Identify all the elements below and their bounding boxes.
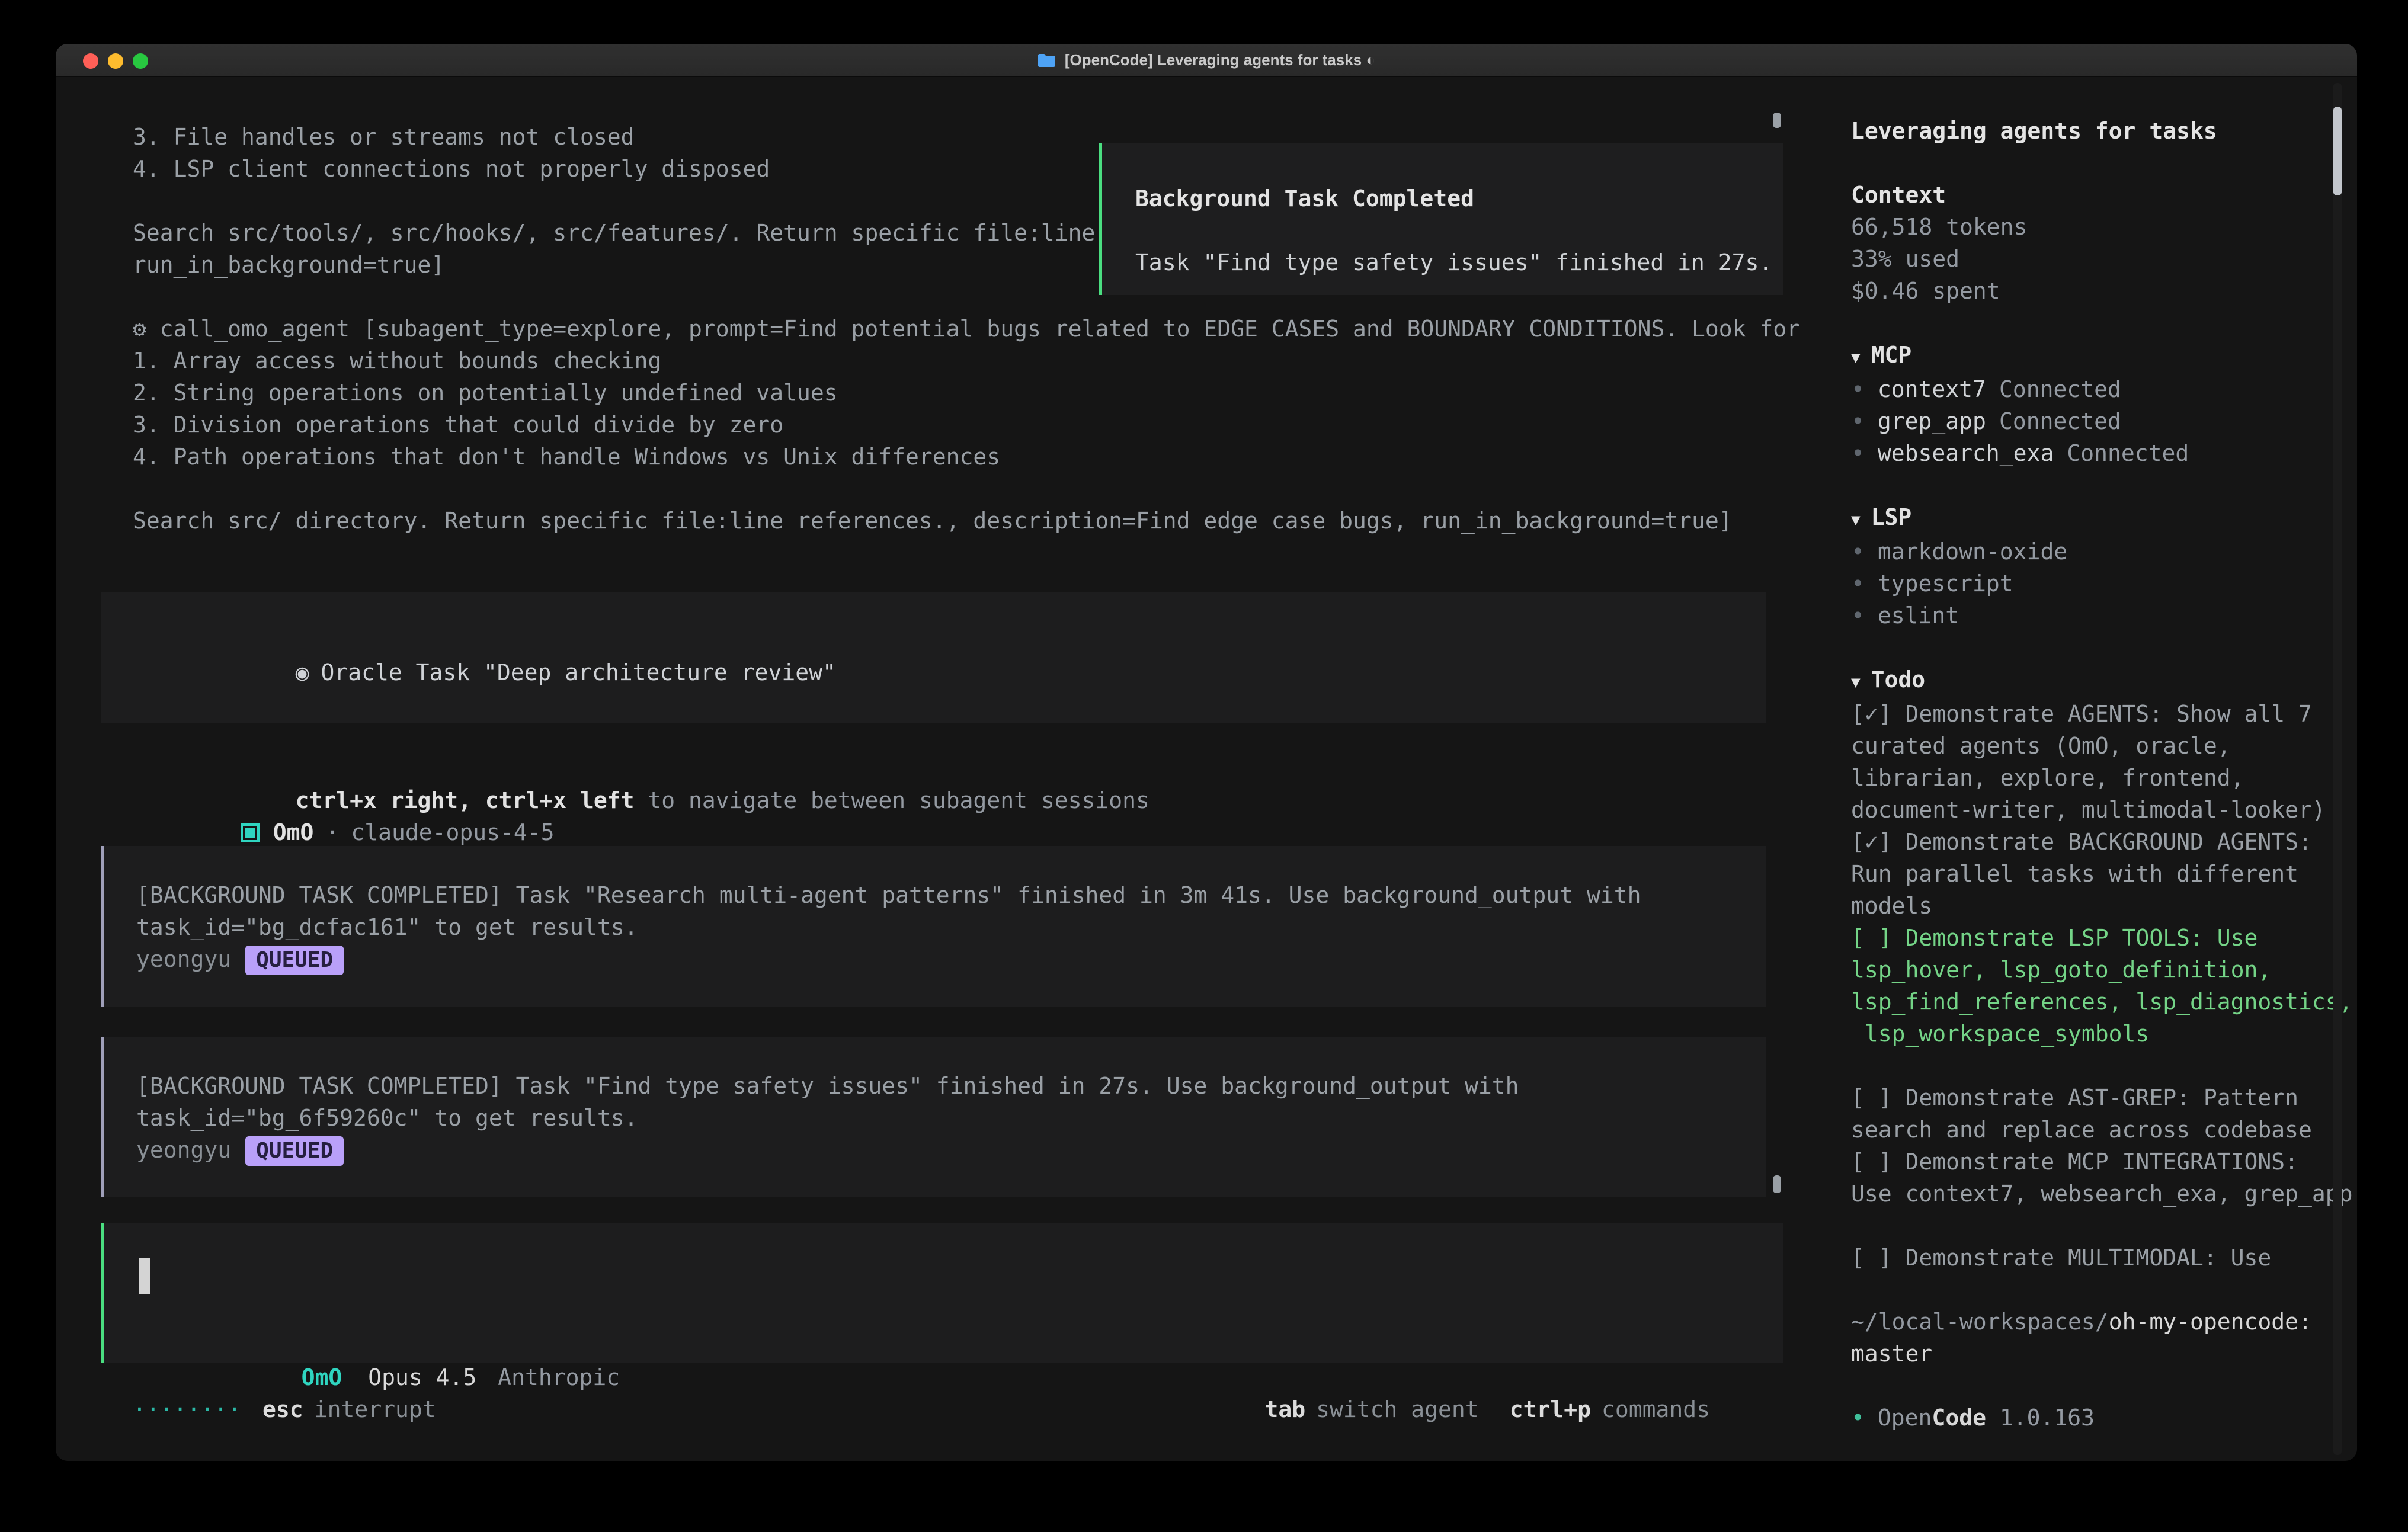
ctrlp-key-label: commands — [1602, 1397, 1710, 1423]
bullet-icon: • — [1851, 409, 1865, 435]
lsp-heading: LSP — [1871, 505, 1912, 531]
version-number: 1.0.163 — [2000, 1405, 2095, 1431]
sidebar-scrollbar-thumb[interactable] — [2333, 107, 2342, 195]
mcp-name: grep_app — [1878, 409, 1986, 435]
todo-section-header[interactable]: ▼ Todo — [1851, 665, 2333, 699]
todo-item: [✓] Demonstrate BACKGROUND AGENTS: Run p… — [1851, 827, 2333, 923]
lsp-item: • typescript — [1851, 569, 2333, 601]
minimize-window-button[interactable] — [108, 53, 123, 69]
mcp-name: websearch_exa — [1878, 441, 2054, 467]
lsp-section-header[interactable]: ▼ LSP — [1851, 502, 2333, 537]
status-badge: QUEUED — [245, 946, 344, 975]
background-task-message: [BACKGROUND TASK COMPLETED] Task "Resear… — [101, 846, 1766, 1007]
tab-key-label: switch agent — [1316, 1397, 1479, 1423]
busy-spinner-dots: ········ — [133, 1395, 241, 1427]
context-heading: Context — [1851, 180, 2333, 212]
agent-separator: · — [325, 820, 339, 846]
background-task-message: [BACKGROUND TASK COMPLETED] Task "Find t… — [101, 1037, 1766, 1197]
version-number — [1986, 1405, 2000, 1431]
workspace-repo: oh-my-opencode: — [2109, 1309, 2312, 1335]
oracle-task-card[interactable]: ◉Oracle Task "Deep architecture review" … — [101, 592, 1766, 723]
input-agent: OmO — [302, 1365, 342, 1391]
mcp-heading: MCP — [1871, 342, 1912, 368]
message-text: [BACKGROUND TASK COMPLETED] Task "Resear… — [136, 880, 1766, 944]
lsp-name: markdown-oxide — [1878, 539, 2067, 565]
bullet-icon: • — [1851, 1405, 1865, 1431]
status-bar: ········ esc interrupt tab switch agent c… — [133, 1395, 1710, 1427]
bullet-icon: • — [1851, 441, 1865, 467]
mcp-item: • grep_app Connected — [1851, 406, 2333, 438]
lsp-item: • eslint — [1851, 601, 2333, 633]
context-spent: $0.46 spent — [1851, 276, 2333, 308]
terminal-window: [OpenCode] Leveraging agents for tasks ◐… — [56, 44, 2357, 1461]
prompt-input[interactable]: OmOOpus 4.5Anthropic — [101, 1223, 1783, 1363]
bullet-icon: • — [1851, 603, 1865, 629]
input-model: Opus 4.5 — [368, 1365, 476, 1391]
ctrlp-key-hint: ctrl+p — [1510, 1397, 1591, 1423]
toast-title: Background Task Completed — [1135, 184, 1783, 216]
todo-item: [ ] Demonstrate LSP TOOLS: Use lsp_hover… — [1851, 923, 2333, 1051]
mcp-item: • websearch_exa Connected — [1851, 438, 2333, 470]
lsp-name: eslint — [1878, 603, 1959, 629]
todo-item: [✓] Demonstrate AGENTS: Show all 7 curat… — [1851, 699, 2333, 827]
sidebar: Leveraging agents for tasks Context 66,5… — [1824, 77, 2357, 1461]
message-text: [BACKGROUND TASK COMPLETED] Task "Find t… — [136, 1071, 1766, 1135]
workspace-branch: master — [1851, 1339, 2333, 1371]
brand-code: Code — [1932, 1405, 1986, 1431]
input-provider: Anthropic — [498, 1365, 620, 1391]
omo-agent-icon — [241, 823, 260, 842]
context-used: 33% used — [1851, 244, 2333, 276]
todo-item: [ ] Demonstrate AST-GREP: Pattern search… — [1851, 1083, 2333, 1147]
todo-heading: Todo — [1871, 667, 1926, 693]
close-window-button[interactable] — [83, 53, 98, 69]
folder-icon — [1038, 53, 1056, 67]
mcp-name: context7 — [1878, 377, 1986, 403]
window-title: [OpenCode] Leveraging agents for tasks ◐ — [1065, 51, 1375, 69]
mcp-item: • context7 Connected — [1851, 374, 2333, 406]
zoom-window-button[interactable] — [133, 53, 148, 69]
message-author: yeongyu — [136, 947, 231, 973]
session-title: Leveraging agents for tasks — [1851, 116, 2333, 148]
workspace-path: ~/local-workspaces/oh-my-opencode: — [1851, 1307, 2333, 1339]
agent-name: OmO — [273, 820, 314, 846]
mcp-status: Connected — [1999, 377, 2121, 403]
titlebar[interactable]: [OpenCode] Leveraging agents for tasks ◐ — [56, 44, 2357, 77]
todo-item: [ ] Demonstrate MULTIMODAL: Use — [1851, 1243, 2333, 1275]
message-author: yeongyu — [136, 1137, 231, 1164]
tab-key-hint: tab — [1264, 1397, 1305, 1423]
fisheye-icon: ◉ — [296, 660, 309, 686]
chevron-down-icon: ▼ — [1851, 350, 1861, 367]
mcp-section-header[interactable]: ▼ MCP — [1851, 340, 2333, 374]
traffic-lights — [83, 53, 148, 69]
chevron-down-icon: ▼ — [1851, 512, 1861, 530]
todo-item: [ ] Demonstrate MCP INTEGRATIONS: Use co… — [1851, 1147, 2333, 1211]
agent-model: claude-opus-4-5 — [351, 820, 554, 846]
esc-key-hint: esc — [262, 1395, 303, 1427]
mcp-status: Connected — [2067, 441, 2189, 467]
bullet-icon: • — [1851, 377, 1865, 403]
bullet-icon: • — [1851, 571, 1865, 597]
lsp-item: • markdown-oxide — [1851, 537, 2333, 569]
oracle-task-label: Oracle Task "Deep architecture review" — [321, 660, 835, 686]
oracle-shortcut-hint: to navigate between subagent sessions — [635, 788, 1149, 814]
workspace-dir: ~/local-workspaces/ — [1851, 1309, 2109, 1335]
toast-body: Task "Find type safety issues" finished … — [1135, 248, 1783, 280]
bullet-icon: • — [1851, 539, 1865, 565]
status-badge: QUEUED — [245, 1136, 344, 1166]
chat-pane: 3. File handles or streams not closed 4.… — [56, 77, 1824, 1461]
context-tokens: 66,518 tokens — [1851, 212, 2333, 244]
brand-open: Open — [1878, 1405, 1932, 1431]
text-cursor — [139, 1258, 150, 1294]
scrollbar-thumb[interactable] — [1773, 1175, 1781, 1193]
mcp-status: Connected — [1999, 409, 2121, 435]
app-version: • OpenCode 1.0.163 — [1851, 1403, 2333, 1435]
sidebar-scrollbar-track[interactable] — [2333, 83, 2342, 1455]
scrollbar-thumb[interactable] — [1773, 113, 1781, 128]
esc-key-label: interrupt — [314, 1395, 436, 1427]
desktop: [OpenCode] Leveraging agents for tasks ◐… — [0, 0, 2408, 1532]
chevron-down-icon: ▼ — [1851, 674, 1861, 692]
lsp-name: typescript — [1878, 571, 2013, 597]
notification-toast[interactable]: Background Task Completed Task "Find typ… — [1099, 143, 1783, 295]
